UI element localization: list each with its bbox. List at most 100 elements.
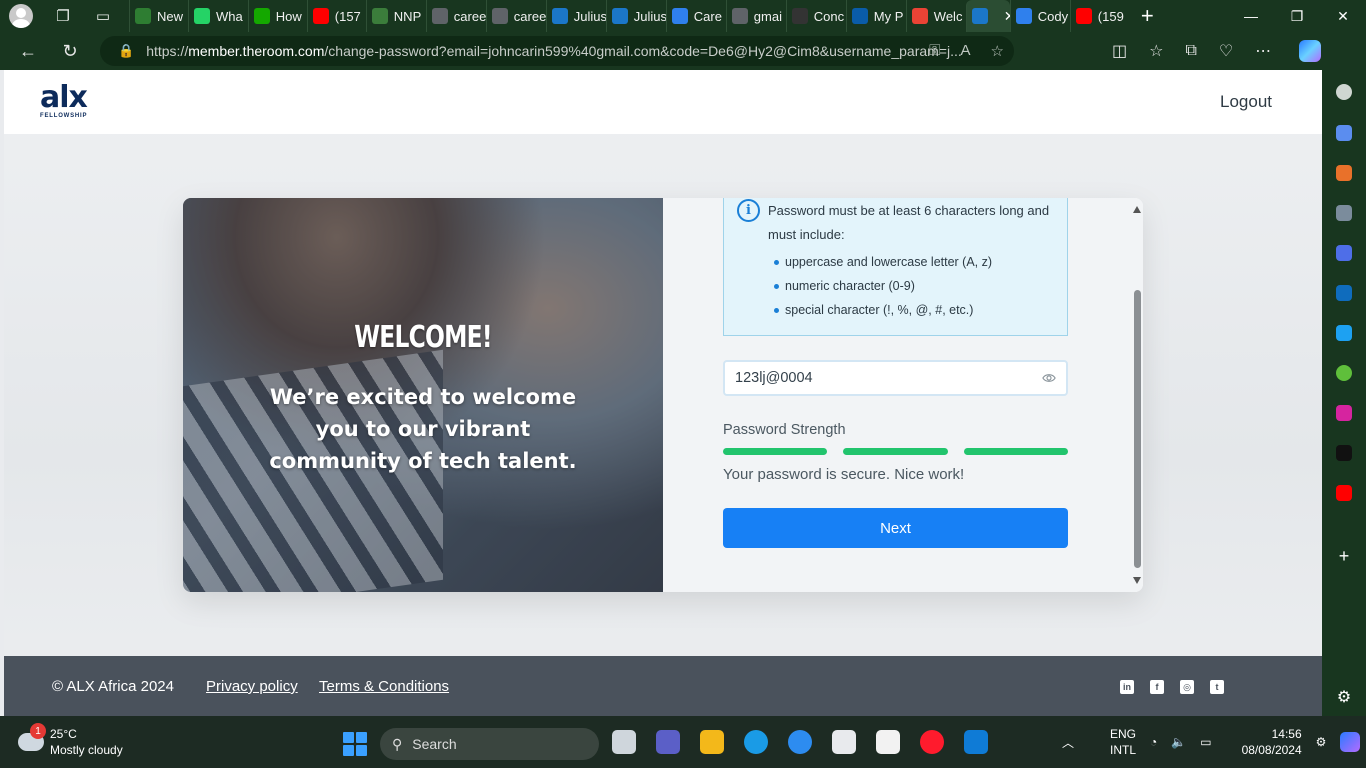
twitter-icon[interactable]: t — [1210, 680, 1224, 694]
language-indicator[interactable]: ENG INTL — [1110, 726, 1136, 758]
start-button[interactable] — [343, 732, 367, 756]
settings-gear-icon[interactable]: ⚙ — [1316, 735, 1327, 749]
close-window-button[interactable]: ✕ — [1320, 0, 1366, 32]
browser-tab[interactable]: Julius — [605, 0, 666, 32]
alx-logo[interactable]: alx FELLOWSHIP — [40, 83, 88, 120]
requirement-item: special character (!, %, @, #, etc.) — [774, 298, 992, 322]
browser-tab[interactable]: ✕ — [965, 0, 1010, 32]
facebook-icon[interactable]: f — [1150, 680, 1164, 694]
file-explorer-icon[interactable] — [700, 730, 724, 754]
capcut-icon[interactable] — [876, 730, 900, 754]
sidebar-x-icon[interactable] — [1336, 445, 1352, 461]
copilot-icon[interactable] — [1299, 40, 1322, 62]
sidebar-add-icon[interactable]: + — [1336, 547, 1352, 565]
back-button[interactable]: ← — [14, 37, 42, 65]
sidebar-settings-icon[interactable]: ⚙ — [1336, 690, 1352, 706]
browser-tab[interactable]: How — [247, 0, 307, 32]
profile-avatar-icon[interactable] — [9, 4, 33, 28]
sidebar-tools-icon[interactable] — [1336, 165, 1352, 181]
browser-tab[interactable]: My P — [845, 0, 906, 32]
refresh-button[interactable]: ↻ — [56, 37, 84, 65]
sidebar-telegram-icon[interactable] — [1336, 325, 1352, 341]
sidebar-youtube-icon[interactable] — [1336, 485, 1352, 501]
copilot-tray-icon[interactable] — [1340, 732, 1361, 752]
notification-badge: 1 — [30, 723, 46, 739]
browser-tab[interactable]: gmai — [725, 0, 786, 32]
battery-icon[interactable]: ▭ — [1200, 735, 1211, 749]
tab-label: Wha — [216, 8, 243, 24]
scroll-down-arrow-icon[interactable] — [1133, 577, 1141, 584]
social-links: in f ◎ t — [1120, 680, 1224, 694]
browser-tab[interactable]: New — [129, 0, 188, 32]
browser-tab[interactable]: Care — [665, 0, 726, 32]
more-menu-icon[interactable]: ⋯ — [1255, 41, 1271, 61]
eye-icon[interactable] — [1042, 371, 1056, 385]
sidebar-copilot-icon[interactable] — [1336, 245, 1352, 261]
volume-icon[interactable]: 🔈 — [1171, 735, 1186, 749]
minimize-button[interactable]: — — [1228, 0, 1274, 32]
linkedin-icon[interactable]: in — [1120, 680, 1134, 694]
weather-widget[interactable]: 1 25°C Mostly cloudy — [18, 723, 123, 758]
address-bar-row: ← ↻ 🔒 https://member.theroom.com/change-… — [0, 32, 1366, 70]
browser-tab[interactable]: Conc — [785, 0, 846, 32]
instagram-icon[interactable]: ◎ — [1180, 680, 1194, 694]
welcome-hero-image: WELCOME! We’re excited to welcome you to… — [183, 198, 663, 592]
url-text[interactable]: https://member.theroom.com/change-passwo… — [146, 43, 966, 59]
browser-essentials-icon[interactable]: ♡ — [1219, 41, 1233, 61]
opera-icon[interactable] — [920, 730, 944, 754]
browser-tab[interactable]: NNP — [365, 0, 426, 32]
myhp-icon[interactable] — [964, 730, 988, 754]
new-tab-button[interactable]: + — [1141, 3, 1154, 29]
favorite-star-icon[interactable]: ☆ — [991, 42, 1004, 60]
browser-tab[interactable]: caree — [425, 0, 486, 32]
sidebar-tree-icon[interactable] — [1336, 365, 1352, 381]
sidebar-instagram-icon[interactable] — [1336, 405, 1352, 421]
browser-tab[interactable]: Julius — [545, 0, 606, 32]
restore-button[interactable]: ❐ — [1274, 0, 1320, 32]
key-icon[interactable]: ⚿ — [929, 42, 940, 60]
password-input[interactable] — [725, 370, 1015, 386]
sidebar-shopping-icon[interactable] — [1336, 125, 1352, 141]
tab-actions-icon[interactable]: ▭ — [93, 6, 113, 26]
favorites-icon[interactable]: ☆ — [1149, 41, 1163, 61]
split-screen-icon[interactable]: ◫ — [1112, 41, 1127, 61]
address-bar[interactable]: 🔒 https://member.theroom.com/change-pass… — [100, 36, 1014, 66]
store-icon[interactable] — [832, 730, 856, 754]
lock-icon: 🔒 — [118, 43, 135, 58]
browser-tab[interactable]: (157 — [306, 0, 366, 32]
clock[interactable]: 14:56 08/08/2024 — [1242, 726, 1302, 758]
taskbar-search[interactable]: ⚲ Search — [380, 728, 599, 760]
next-button[interactable]: Next — [723, 508, 1068, 548]
scroll-up-arrow-icon[interactable] — [1133, 206, 1141, 213]
help-icon[interactable] — [788, 730, 812, 754]
password-strength-label: Password Strength — [723, 422, 846, 438]
sidebar-search-icon[interactable] — [1336, 84, 1352, 100]
edge-sidebar: + ⚙ — [1322, 70, 1366, 716]
edge-icon[interactable] — [744, 730, 768, 754]
browser-tab[interactable]: (159 — [1069, 0, 1129, 32]
site-header: alx FELLOWSHIP Logout — [4, 70, 1322, 134]
browser-tab[interactable]: Wha — [188, 0, 248, 32]
browser-tab[interactable]: Cody — [1009, 0, 1070, 32]
browser-tab[interactable]: caree — [485, 0, 546, 32]
privacy-policy-link[interactable]: Privacy policy — [206, 678, 298, 695]
sidebar-games-icon[interactable] — [1336, 205, 1352, 221]
copyright: © ALX Africa 2024 — [52, 678, 174, 695]
collections-icon[interactable]: ⧉ — [1185, 42, 1196, 60]
logout-button[interactable]: Logout — [1220, 92, 1272, 112]
sidebar-outlook-icon[interactable] — [1336, 285, 1352, 301]
tab-favicon-icon — [253, 8, 270, 24]
workspaces-icon[interactable]: ❐ — [53, 6, 73, 26]
browser-tab[interactable]: Welc — [905, 0, 966, 32]
tab-favicon-icon — [971, 8, 988, 24]
tab-list: New Wha How (157 NNP caree caree Julius Julius Ca… — [129, 0, 1129, 32]
chevron-up-icon[interactable]: ︿ — [1062, 734, 1074, 751]
form-scrollbar[interactable] — [1131, 198, 1143, 592]
read-aloud-icon[interactable]: A — [961, 42, 971, 60]
wifi-icon[interactable]: ◔ — [1150, 735, 1157, 749]
teams-icon[interactable] — [656, 730, 680, 754]
scrollbar-thumb[interactable] — [1134, 290, 1141, 568]
terms-link[interactable]: Terms & Conditions — [319, 678, 449, 695]
password-field[interactable] — [723, 360, 1068, 396]
task-view-icon[interactable] — [612, 730, 636, 754]
